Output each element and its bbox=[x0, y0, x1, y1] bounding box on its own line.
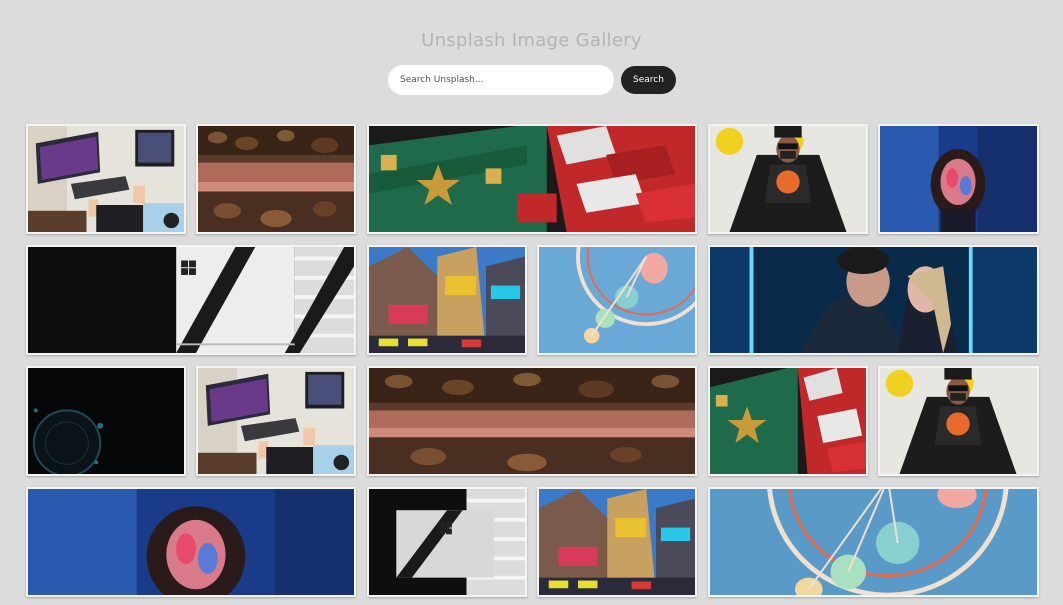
search-button[interactable]: Search bbox=[621, 66, 676, 94]
gallery-image-neon-portrait[interactable] bbox=[26, 487, 356, 597]
gallery-image-shadow-laptop[interactable] bbox=[367, 487, 527, 597]
gallery-image-desk-computer[interactable] bbox=[26, 124, 186, 234]
gallery-image-times-square[interactable] bbox=[537, 487, 697, 597]
gallery-image-neon-portrait[interactable] bbox=[878, 124, 1039, 234]
gallery-image-chinatown-signs[interactable] bbox=[708, 366, 868, 476]
gallery-image-chinatown-signs[interactable] bbox=[367, 124, 697, 234]
gallery-image-shadow-laptop[interactable] bbox=[26, 245, 356, 355]
search-input[interactable] bbox=[388, 65, 614, 95]
gallery-image-kenzo-person[interactable] bbox=[878, 366, 1039, 476]
gallery-image-abstract-paint[interactable] bbox=[367, 366, 697, 476]
gallery-image-ferris-wheel[interactable] bbox=[708, 487, 1039, 597]
gallery-image-times-square[interactable] bbox=[367, 245, 527, 355]
gallery-image-dark-circle[interactable] bbox=[26, 366, 186, 476]
gallery-image-ferris-wheel[interactable] bbox=[537, 245, 697, 355]
page-title: Unsplash Image Gallery bbox=[421, 30, 642, 51]
gallery-image-desk-computer[interactable] bbox=[196, 366, 356, 476]
gallery-image-abstract-paint[interactable] bbox=[196, 124, 356, 234]
gallery-image-neon-couple[interactable] bbox=[708, 245, 1039, 355]
gallery-image-kenzo-person[interactable] bbox=[708, 124, 868, 234]
